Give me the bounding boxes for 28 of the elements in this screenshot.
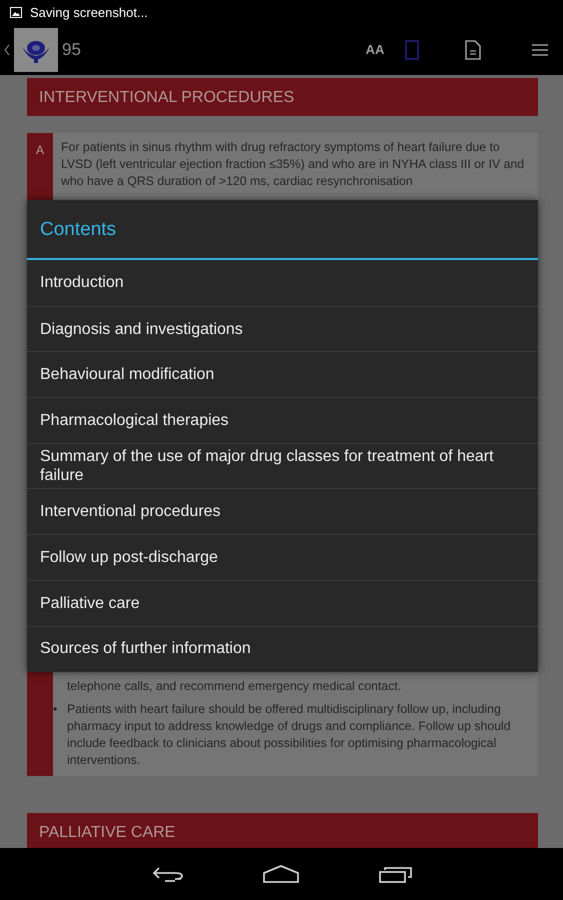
bullet-text: telephone calls, and recommend emergency medical contact. <box>67 678 402 695</box>
bullet-marker: • <box>53 701 58 718</box>
contents-item[interactable]: Interventional procedures <box>27 488 538 534</box>
back-chevron-icon[interactable] <box>4 44 10 56</box>
back-icon[interactable] <box>150 865 182 883</box>
section-heading: INTERVENTIONAL PROCEDURES <box>27 78 538 116</box>
notification-text: Saving screenshot... <box>30 4 148 22</box>
document-icon[interactable] <box>465 40 481 60</box>
contents-item[interactable]: Introduction <box>27 260 538 306</box>
app-logo[interactable] <box>14 28 58 72</box>
home-icon[interactable] <box>262 865 298 883</box>
section-heading: PALLIATIVE CARE <box>27 813 538 848</box>
font-size-button[interactable]: AA <box>345 40 405 60</box>
contents-item[interactable]: Follow up post-discharge <box>27 534 538 580</box>
contents-item[interactable]: Sources of further information <box>27 626 538 672</box>
menu-icon[interactable] <box>532 44 548 56</box>
recent-apps-icon[interactable] <box>378 865 412 883</box>
grade-label: A <box>27 133 53 200</box>
contents-item[interactable]: Summary of the use of major drug classes for treatment of heart failure <box>27 442 538 488</box>
bullet-text: Patients with heart failure should be offered multidisciplinary follow up, including pharmacy input to address knowledge of drugs and compliance. Follow up should include feedback to clinicians about possibilities for optimising pharmacological interventions. <box>67 701 512 769</box>
image-icon <box>10 7 22 18</box>
contents-item[interactable]: Palliative care <box>27 580 538 626</box>
contents-item[interactable]: Pharmacological therapies <box>27 397 538 443</box>
contents-item[interactable]: Diagnosis and investigations <box>27 306 538 352</box>
contents-item[interactable]: Behavioural modification <box>27 351 538 398</box>
dialog-title: Contents <box>27 200 538 260</box>
recommendation-text: For patients in sinus rhythm with drug refractory symptoms of heart failure due to LVSD (left ventricular ejection fraction ≤35%) and who are in NYHA class III or IV and who have a QRS duration of >120 ms, cardiac resynchronisation <box>60 139 526 190</box>
page-number: 95 <box>62 39 81 62</box>
